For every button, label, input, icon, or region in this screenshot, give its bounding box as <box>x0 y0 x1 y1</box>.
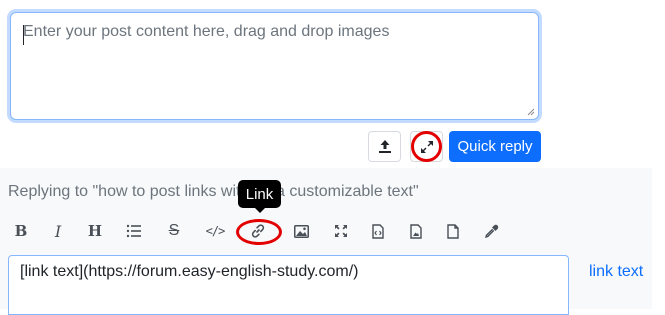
toolbar-link-button[interactable] <box>246 220 270 242</box>
strikethrough-icon: S <box>168 222 180 239</box>
textarea-placeholder: Enter your post content here, drag and d… <box>23 23 390 40</box>
expand-icon <box>335 225 347 237</box>
toolbar-strikethrough-button[interactable]: S <box>162 220 186 242</box>
toolbar-image-file-button[interactable] <box>404 220 428 242</box>
link-icon <box>251 224 265 238</box>
toolbar-code-button[interactable]: </> <box>203 220 227 242</box>
toolbar-heading-button[interactable]: H <box>83 220 107 242</box>
toolbar-italic-button[interactable]: I <box>46 220 70 242</box>
toolbar-bold-button[interactable]: B <box>9 220 33 242</box>
code-file-icon <box>372 223 384 239</box>
image-file-icon <box>410 223 422 239</box>
upload-icon <box>378 139 391 153</box>
replying-to-text: Replying to "how to post links without a… <box>8 183 419 200</box>
file-icon <box>447 223 459 239</box>
text-caret <box>23 25 24 45</box>
toolbar-file-button[interactable] <box>441 220 465 242</box>
image-icon <box>293 224 309 238</box>
toolbar-code-file-button[interactable] <box>366 220 390 242</box>
toolbar-image-button[interactable] <box>289 220 313 242</box>
markdown-editor[interactable]: [link text](https://forum.easy-english-s… <box>8 255 569 315</box>
bold-icon: B <box>14 222 28 240</box>
italic-icon: I <box>54 221 62 241</box>
expand-arrows-icon <box>420 140 433 153</box>
eyedropper-icon <box>484 224 498 238</box>
quick-reply-button[interactable]: Quick reply <box>449 131 541 162</box>
heading-icon: H <box>87 222 103 240</box>
toolbar-list-button[interactable] <box>122 220 146 242</box>
toolbar-color-button[interactable] <box>479 220 503 242</box>
preview-link[interactable]: link text <box>589 263 643 281</box>
list-icon <box>126 224 141 238</box>
resize-grip-icon[interactable] <box>527 108 535 116</box>
upload-button[interactable] <box>368 131 401 162</box>
expand-editor-button[interactable] <box>410 131 443 162</box>
toolbar-expand-button[interactable] <box>329 220 353 242</box>
code-icon: </> <box>205 224 226 238</box>
link-tooltip: Link <box>238 180 281 213</box>
quick-reply-textarea[interactable]: Enter your post content here, drag and d… <box>10 12 539 120</box>
